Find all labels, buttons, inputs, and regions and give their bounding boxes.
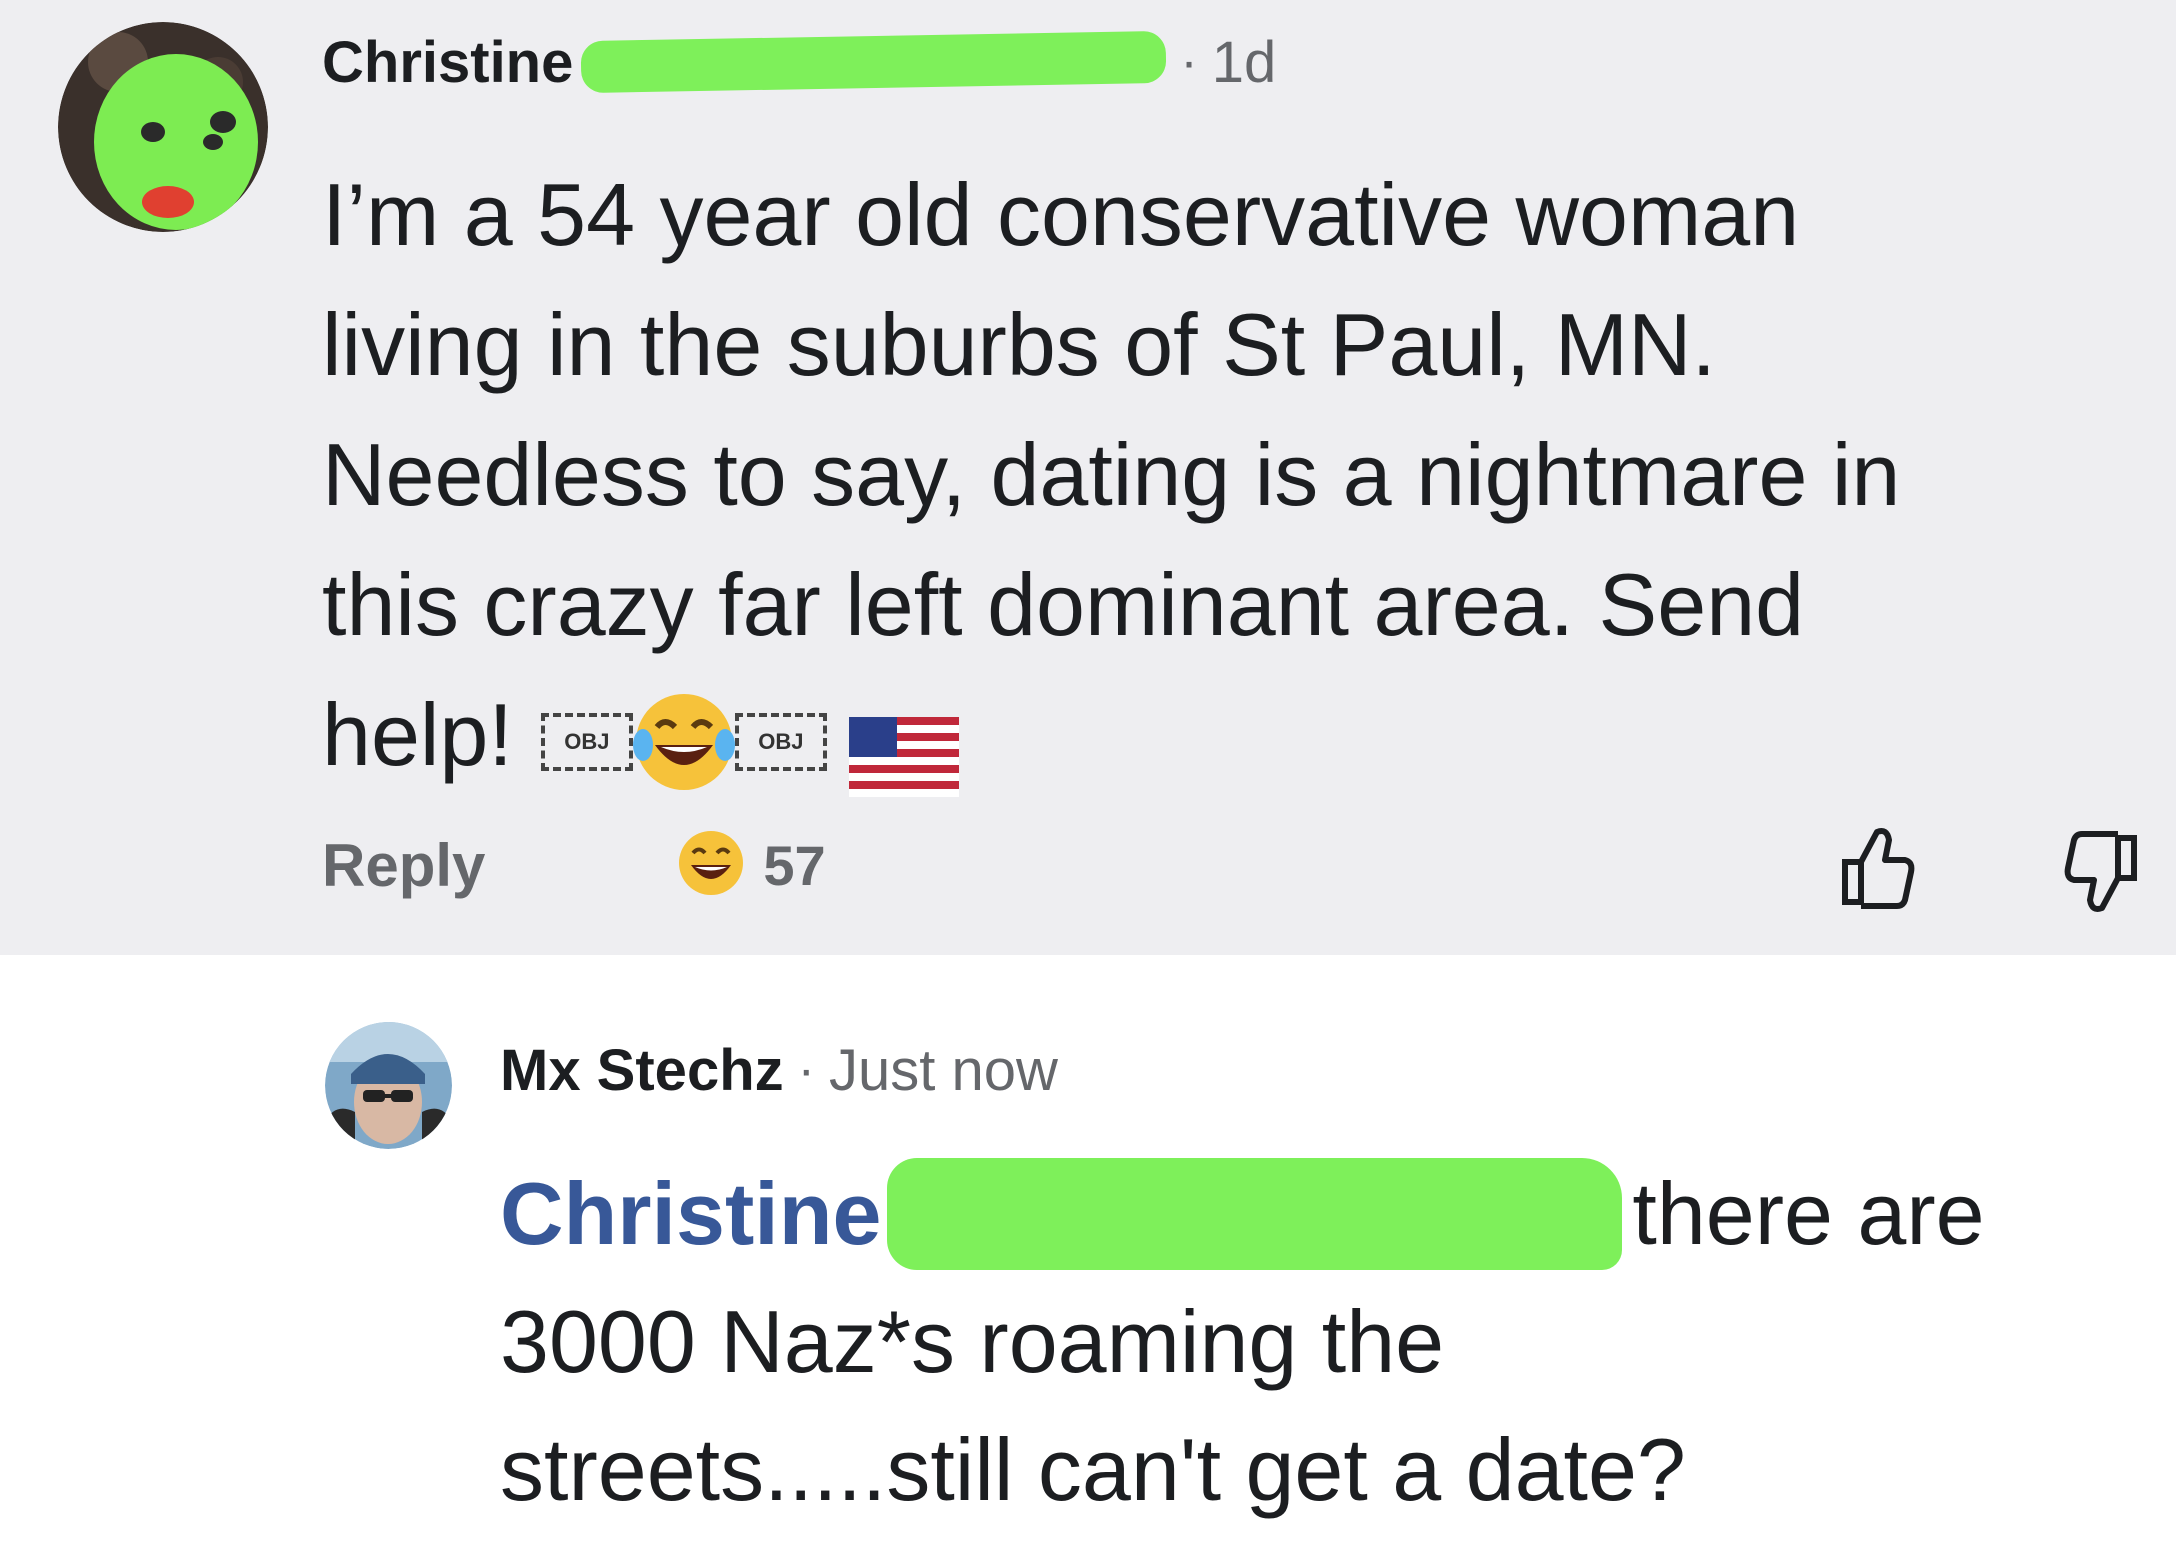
missing-glyph-box: OBJ (734, 712, 827, 771)
comment-line: 3000 Naz*s roaming the (500, 1292, 1445, 1391)
grinning-face-icon (675, 827, 747, 904)
redaction-mark (580, 30, 1167, 94)
comment-line: this crazy far left dominant area. Send (322, 555, 1805, 654)
comment-line: streets.....still can't get a date? (500, 1420, 1686, 1519)
laughing-face-icon (629, 687, 739, 797)
comment-text: I’m a 54 year old conservative woman liv… (322, 150, 2142, 800)
mention-link[interactable]: Christine (500, 1150, 881, 1278)
redaction-mark (887, 1158, 1623, 1270)
separator: · (1180, 33, 1198, 91)
avatar[interactable] (58, 22, 268, 232)
comment-christine: Christine · 1d I’m a 54 year old conserv… (0, 0, 2176, 955)
missing-glyph-box: OBJ (540, 712, 633, 771)
comment-line: I’m a 54 year old conservative woman (322, 165, 1800, 264)
author-name[interactable]: Mx Stechz (500, 1037, 784, 1104)
reaction-summary[interactable]: 57 (675, 827, 826, 904)
comment-line: Needless to say, dating is a nightmare i… (322, 425, 1901, 524)
author-name[interactable]: Christine (322, 29, 573, 96)
comment-line-last: help! OBJ OBJ (322, 670, 2142, 800)
thumbs-up-icon[interactable] (1837, 820, 1917, 910)
comment-actions: Reply 57 (322, 820, 2142, 912)
comment-header: Christine · 1d (322, 22, 1276, 102)
comment-line: help! (322, 685, 513, 784)
reply-button[interactable]: Reply (322, 831, 485, 900)
timestamp[interactable]: 1d (1212, 29, 1277, 96)
us-flag-icon (848, 702, 959, 797)
thumbs-down-icon[interactable] (2062, 830, 2142, 920)
comment-text: Christine there are 3000 Naz*s roaming th… (500, 1150, 2120, 1534)
comment-line: Christine there are (500, 1150, 2120, 1278)
timestamp[interactable]: Just now (829, 1037, 1058, 1104)
comment-header: Mx Stechz · Just now (500, 1030, 1058, 1110)
separator: · (797, 1041, 815, 1099)
reaction-count: 57 (763, 833, 826, 897)
comment-text-fragment: there are (1632, 1164, 1985, 1263)
avatar[interactable] (325, 1022, 452, 1149)
comment-line: living in the suburbs of St Paul, MN. (322, 295, 1716, 394)
